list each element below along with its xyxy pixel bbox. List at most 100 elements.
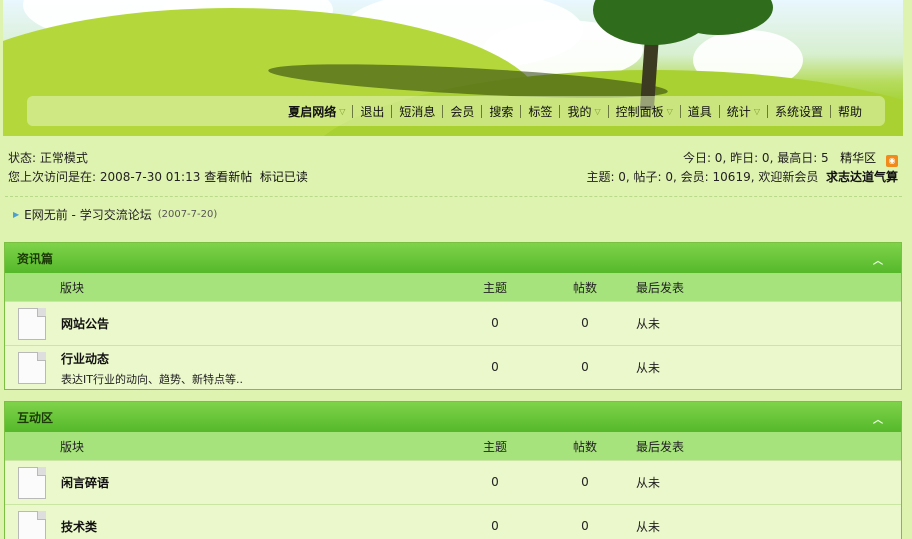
column-forum: 版块 bbox=[60, 280, 85, 295]
forum-post-count: 0 bbox=[581, 316, 589, 330]
today-stats-group: 今日: 0, 昨日: 0, 最高日: 5 精华区 ◉ bbox=[682, 149, 898, 167]
nav-logout[interactable]: 退出 bbox=[355, 103, 389, 120]
forum-last-post: 从未 bbox=[636, 361, 661, 375]
column-header-row: 版块 主题 帖数 最后发表 bbox=[5, 273, 901, 301]
rss-icon[interactable]: ◉ bbox=[886, 155, 898, 167]
column-topics: 主题 bbox=[483, 280, 508, 295]
nav-control-panel[interactable]: 控制面板 ▽ bbox=[611, 103, 678, 120]
chevron-down-icon: ▽ bbox=[339, 106, 346, 116]
chevron-down-icon: ▽ bbox=[594, 106, 601, 116]
nav-system-settings[interactable]: 系统设置 bbox=[770, 103, 828, 120]
column-posts: 帖数 bbox=[573, 280, 598, 295]
mark-read-link[interactable]: 标记已读 bbox=[260, 170, 308, 184]
nav-label: 系统设置 bbox=[774, 104, 823, 119]
last-visit-group: 您上次访问是在: 2008-7-30 01:13 查看新帖 标记已读 bbox=[8, 168, 308, 185]
forum-topic-count: 0 bbox=[491, 519, 499, 533]
nav-label: 标签 bbox=[528, 104, 553, 119]
forum-row: 行业动态 表达IT行业的动向、趋势、新特点等.. 0 0 从未 bbox=[5, 345, 901, 389]
column-forum: 版块 bbox=[60, 439, 85, 454]
nav-brand-menu[interactable]: 夏启网络 ▽ bbox=[283, 103, 350, 120]
forum-post-count: 0 bbox=[581, 519, 589, 533]
column-header-row: 版块 主题 帖数 最后发表 bbox=[5, 432, 901, 460]
nav-search[interactable]: 搜索 bbox=[484, 103, 518, 120]
column-topics: 主题 bbox=[483, 439, 508, 454]
category-header: 互动区 ︿ bbox=[5, 402, 901, 432]
today-stats: 今日: 0, 昨日: 0, 最高日: 5 bbox=[682, 151, 829, 165]
nav-divider bbox=[352, 104, 354, 118]
nav-label: 我的 bbox=[567, 104, 592, 119]
nav-divider bbox=[829, 104, 831, 118]
forum-link[interactable]: 网站公告 bbox=[61, 315, 109, 332]
forum-topic-count: 0 bbox=[491, 316, 499, 330]
chevron-down-icon: ▽ bbox=[666, 106, 673, 116]
nav-tags[interactable]: 标签 bbox=[523, 103, 557, 120]
announcement-link[interactable]: E网无前 - 学习交流论坛 bbox=[24, 206, 152, 223]
nav-label: 帮助 bbox=[837, 104, 862, 119]
forum-row: 闲言碎语 0 0 从未 bbox=[5, 460, 901, 504]
nav-props[interactable]: 道具 bbox=[683, 103, 717, 120]
collapse-icon[interactable]: ︿ bbox=[873, 252, 883, 267]
nav-help[interactable]: 帮助 bbox=[833, 103, 867, 120]
column-posts: 帖数 bbox=[573, 439, 598, 454]
column-last-post: 最后发表 bbox=[636, 280, 685, 295]
last-visit: 您上次访问是在: 2008-7-30 01:13 bbox=[8, 170, 201, 184]
forum-row: 技术类 0 0 从未 bbox=[5, 504, 901, 539]
category-title: 互动区 bbox=[17, 410, 54, 425]
category-title: 资讯篇 bbox=[17, 251, 54, 266]
nav-divider bbox=[391, 104, 393, 118]
nav-stats[interactable]: 统计 ▽ bbox=[722, 103, 765, 120]
mode-status: 状态: 正常模式 bbox=[8, 151, 88, 165]
nav-divider bbox=[559, 104, 561, 118]
forum-stats-group: 主题: 0, 帖子: 0, 会员: 10619, 欢迎新会员 求志达道气算 bbox=[586, 168, 898, 185]
nav-my-menu[interactable]: 我的 ▽ bbox=[562, 103, 605, 120]
forum-last-post: 从未 bbox=[636, 317, 661, 331]
nav-label: 会员 bbox=[450, 104, 475, 119]
nav-divider bbox=[679, 104, 681, 118]
forum-topic-count: 0 bbox=[491, 360, 499, 374]
top-navbar: 夏启网络 ▽ 退出 短消息 会员 搜索 标签 我的 ▽ 控制面板 ▽ 道具 统计 ▽ 系… bbox=[27, 96, 885, 126]
forum-document-icon bbox=[18, 511, 46, 539]
forum-row: 网站公告 0 0 从未 bbox=[5, 301, 901, 345]
column-last-post: 最后发表 bbox=[636, 439, 685, 454]
forum-document-icon bbox=[18, 308, 46, 340]
nav-label: 统计 bbox=[726, 104, 751, 119]
nav-label: 搜索 bbox=[489, 104, 514, 119]
forum-category-news: 资讯篇 ︿ 版块 主题 帖数 最后发表 网站公告 0 0 从未 行业动态 表达I… bbox=[4, 242, 902, 390]
forum-link[interactable]: 行业动态 bbox=[61, 350, 109, 367]
nav-divider bbox=[481, 104, 483, 118]
forum-post-count: 0 bbox=[581, 360, 589, 374]
collapse-icon[interactable]: ︿ bbox=[873, 411, 883, 426]
forum-topic-count: 0 bbox=[491, 475, 499, 489]
nav-divider bbox=[718, 104, 720, 118]
forum-last-post: 从未 bbox=[636, 476, 661, 490]
nav-divider bbox=[766, 104, 768, 118]
nav-label: 退出 bbox=[360, 104, 385, 119]
nav-label: 短消息 bbox=[399, 104, 436, 119]
forum-last-post: 从未 bbox=[636, 520, 661, 534]
forum-document-icon bbox=[18, 467, 46, 499]
nav-messages[interactable]: 短消息 bbox=[394, 103, 440, 120]
forum-stats: 主题: 0, 帖子: 0, 会员: 10619, 欢迎新会员 bbox=[586, 170, 819, 184]
header-banner: 夏启网络 ▽ 退出 短消息 会员 搜索 标签 我的 ▽ 控制面板 ▽ 道具 统计 ▽ 系… bbox=[3, 0, 903, 136]
newest-member-link[interactable]: 求志达道气算 bbox=[826, 170, 898, 184]
nav-label: 控制面板 bbox=[615, 104, 664, 119]
nav-divider bbox=[607, 104, 609, 118]
triangle-right-icon: ▶ bbox=[13, 210, 20, 219]
forum-link[interactable]: 闲言碎语 bbox=[61, 474, 109, 491]
forum-description: 表达IT行业的动向、趋势、新特点等.. bbox=[61, 373, 243, 386]
forum-link[interactable]: 技术类 bbox=[61, 518, 97, 535]
announcement-bar: ▶ E网无前 - 学习交流论坛 (2007-7-20) bbox=[5, 196, 902, 232]
nav-label: 夏启网络 bbox=[288, 104, 337, 119]
category-header: 资讯篇 ︿ bbox=[5, 243, 901, 273]
chevron-down-icon: ▽ bbox=[753, 106, 760, 116]
announcement-date: (2007-7-20) bbox=[157, 209, 218, 220]
nav-label: 道具 bbox=[687, 104, 712, 119]
forum-category-interaction: 互动区 ︿ 版块 主题 帖数 最后发表 闲言碎语 0 0 从未 技术类 0 0 … bbox=[4, 401, 902, 539]
view-new-posts-link[interactable]: 查看新帖 bbox=[204, 170, 252, 184]
nav-divider bbox=[442, 104, 444, 118]
forum-document-icon bbox=[18, 352, 46, 384]
status-bar: 状态: 正常模式 今日: 0, 昨日: 0, 最高日: 5 精华区 ◉ 您上次访… bbox=[8, 148, 898, 188]
digest-link[interactable]: 精华区 bbox=[840, 151, 876, 165]
nav-divider bbox=[520, 104, 522, 118]
nav-members[interactable]: 会员 bbox=[445, 103, 479, 120]
